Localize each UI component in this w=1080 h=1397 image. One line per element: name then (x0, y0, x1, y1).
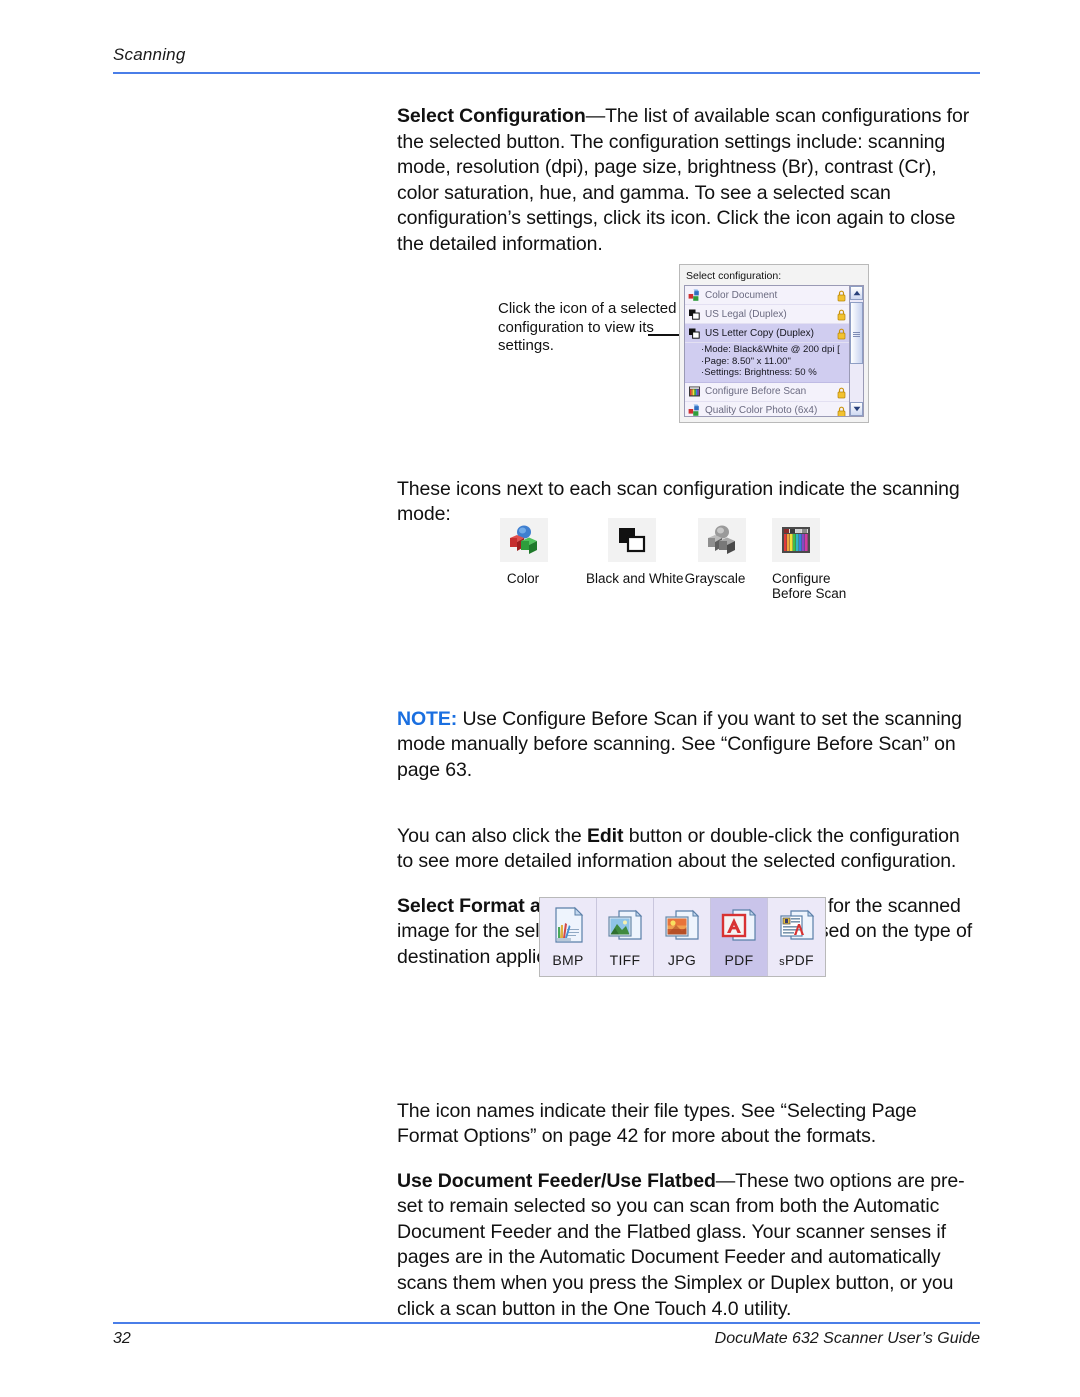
select-configuration-panel: Select configuration: Color Document US … (679, 264, 869, 423)
chevron-up-icon[interactable] (850, 286, 863, 300)
footer-guide-title: DocuMate 632 Scanner User’s Guide (714, 1330, 980, 1347)
format-label: TIFF (609, 952, 641, 968)
color-cubes-icon (688, 404, 701, 416)
document-page: Scanning Select Configuration—The list o… (0, 0, 1080, 1397)
lock-icon (837, 308, 846, 321)
format-label: JPG (667, 952, 697, 968)
scan-mode-configure-before-scan: Configure Before Scan (772, 518, 846, 601)
lock-icon (837, 386, 846, 399)
note-label: NOTE: (397, 707, 458, 730)
header-rule (113, 72, 980, 74)
page-header: Scanning (113, 45, 980, 65)
detail-mode: Mode: Black&White @ 200 dpi [ (701, 344, 846, 356)
format-label-rest: PDF (784, 952, 814, 968)
black-and-white-icon (688, 327, 701, 340)
format-label: PDF (724, 952, 754, 968)
jpg-file-icon (662, 904, 702, 946)
detail-page: Page: 8.50" x 11.00" (701, 356, 846, 368)
list-item[interactable]: Quality Color Photo (6x4) (685, 401, 849, 417)
select-configuration-text: —The list of available scan configuratio… (397, 105, 970, 255)
scan-mode-label-line2: Before Scan (772, 586, 847, 601)
configuration-list-scrollbar[interactable] (849, 285, 864, 417)
list-item[interactable]: US Legal (Duplex) (685, 305, 849, 324)
use-document-feeder-term: Use Document Feeder (397, 1169, 601, 1192)
configuration-list[interactable]: Color Document US Legal (Duplex) US Lett… (684, 285, 849, 417)
scan-mode-black-and-white: Black and White (586, 518, 684, 586)
black-and-white-icon (688, 308, 701, 321)
lock-icon (837, 405, 846, 416)
list-item-label: Quality Color Photo (6x4) (705, 405, 818, 417)
use-flatbed-term: Use Flatbed (606, 1169, 716, 1192)
scan-mode-label: Black and White (586, 571, 684, 586)
scan-mode-grayscale: Grayscale (684, 518, 746, 586)
paragraph-edit-button: You can also click the Edit button or do… (397, 824, 977, 875)
spdf-file-icon (777, 904, 817, 946)
format-button-spdf[interactable]: sPDF (768, 898, 825, 976)
format-button-jpg[interactable]: JPG (654, 898, 711, 976)
chevron-down-icon[interactable] (850, 402, 863, 416)
paragraph-use-document-feeder: Use Document Feeder/Use Flatbed—These tw… (397, 1169, 977, 1323)
figure-spacer-format-bar (397, 990, 977, 1099)
note-text: Use Configure Before Scan if you want to… (397, 707, 962, 781)
use-feeder-text: —These two options are pre-set to remain… (397, 1169, 965, 1320)
paragraph-select-configuration: Select Configuration—The list of availab… (397, 104, 977, 258)
black-and-white-icon (608, 518, 656, 562)
configuration-detail: Mode: Black&White @ 200 dpi [ Page: 8.50… (685, 343, 849, 383)
select-configuration-label: Select configuration: (686, 270, 782, 282)
format-button-pdf[interactable]: PDF (711, 898, 768, 976)
select-configuration-term: Select Configuration (397, 105, 586, 127)
scan-mode-color: Color (498, 518, 548, 586)
format-button-tiff[interactable]: TIFF (597, 898, 654, 976)
paragraph-note: NOTE: Use Configure Before Scan if you w… (397, 707, 977, 784)
scrollbar-grip (853, 331, 860, 337)
edit-pre-text: You can also click the (397, 824, 587, 847)
configuration-list-wrapper: Color Document US Legal (Duplex) US Lett… (684, 285, 864, 417)
lock-icon (837, 327, 846, 340)
list-item-label: US Letter Copy (Duplex) (705, 327, 814, 339)
scan-mode-label: Color (506, 571, 540, 586)
configure-before-scan-icon (688, 385, 701, 398)
paragraph-file-types: The icon names indicate their file types… (397, 1099, 917, 1148)
color-cubes-icon (688, 289, 701, 302)
footer-page-number: 32 (113, 1330, 131, 1347)
list-item-label: US Legal (Duplex) (705, 308, 787, 320)
list-item-label: Configure Before Scan (705, 386, 807, 398)
list-item-label: Color Document (705, 289, 778, 301)
bmp-file-icon (548, 904, 588, 946)
header-title: Scanning (113, 45, 186, 64)
paragraph-gap-1 (397, 803, 977, 824)
list-item-selected[interactable]: US Letter Copy (Duplex) (685, 324, 849, 343)
scrollbar-track[interactable] (850, 300, 863, 402)
format-label: sPDF (779, 952, 814, 968)
tiff-file-icon (605, 904, 645, 946)
callout-text: Click the icon of a selected configurati… (498, 300, 677, 354)
grayscale-cubes-icon (698, 518, 746, 562)
pdf-file-icon (719, 904, 759, 946)
edit-term: Edit (586, 824, 624, 847)
scan-mode-label: Grayscale (684, 571, 746, 586)
footer-rule (113, 1322, 980, 1324)
scan-mode-label: Configure Before Scan (772, 571, 846, 601)
format-button-bmp[interactable]: BMP (540, 898, 597, 976)
scan-mode-label-line1: Configure (772, 571, 831, 586)
scrollbar-thumb[interactable] (850, 302, 863, 364)
list-item[interactable]: Configure Before Scan (685, 382, 849, 402)
format-selector-toolbar[interactable]: BMP TIFF JPG PDF sPDF (539, 897, 826, 977)
lock-icon (837, 289, 846, 302)
list-item[interactable]: Color Document (685, 286, 849, 305)
color-cubes-icon (500, 518, 548, 562)
configure-before-scan-icon (772, 518, 820, 562)
format-label: BMP (552, 952, 584, 968)
page-footer: 32 DocuMate 632 Scanner User’s Guide (113, 1330, 980, 1348)
detail-settings: Settings: Brightness: 50 % (701, 367, 846, 379)
